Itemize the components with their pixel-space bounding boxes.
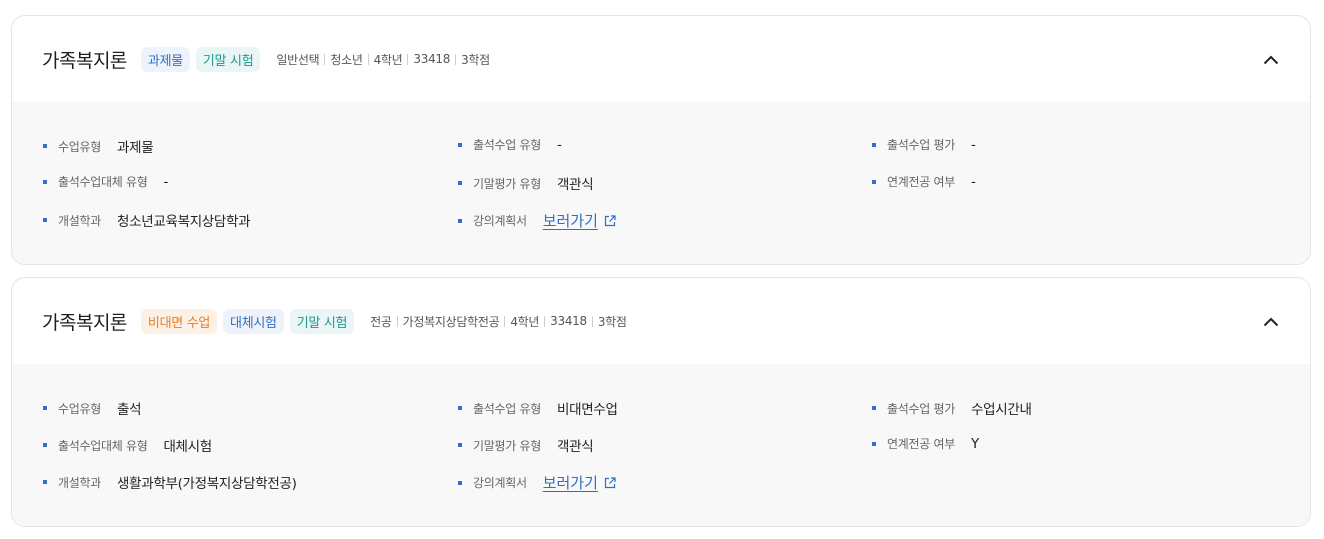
badge-final-exam: 기말 시험 [195,46,261,72]
detail-attend-type: 출석수업 유형 비대면수업 [458,398,618,418]
chevron-up-icon[interactable] [1260,311,1282,333]
meta-divider [591,315,593,327]
detail-class-type: 수업유형 출석 [43,398,142,418]
meta-divider [504,315,506,327]
meta-category: 일반선택 [276,52,320,67]
course-title: 가족복지론 [42,311,127,334]
meta-divider [367,53,369,65]
course-meta: 일반선택 청소년 4학년 33418 3학점 [276,51,490,68]
meta-course-code: 33418 [413,52,451,66]
bullet-icon [458,443,462,447]
course-card: 가족복지론 과제물 기말 시험 일반선택 청소년 4학년 33418 3학점 수… [11,15,1311,265]
meta-divider [544,315,546,327]
detail-attend-alt-type: 출석수업대체 유형 대체시험 [43,435,212,455]
course-details: 수업유형 출석 출석수업 유형 비대면수업 출석수업 평가 수업시간내 출석수업… [12,364,1310,526]
bullet-icon [43,179,47,184]
bullet-icon [872,441,876,446]
detail-attend-eval: 출석수업 평가 - [872,136,976,153]
course-meta: 전공 가정복지상담학전공 4학년 33418 3학점 [370,313,627,330]
chevron-up-icon[interactable] [1260,49,1282,71]
badge-assignment: 과제물 [140,46,190,72]
meta-department: 가정복지상담학전공 [402,314,500,329]
detail-attend-type: 출석수업 유형 - [458,136,562,153]
meta-credits: 3학점 [597,314,627,329]
meta-divider [455,53,457,65]
detail-syllabus: 강의계획서 보러가기 [458,210,616,231]
detail-class-type: 수업유형 과제물 [43,136,154,156]
course-card-header[interactable]: 가족복지론 비대면 수업 대체시험 기말 시험 전공 가정복지상담학전공 4학년… [12,278,1310,364]
bullet-icon [43,406,47,410]
detail-final-eval-type: 기말평가 유형 객관식 [458,435,594,455]
detail-department: 개설학과 생활과학부(가정복지상담학전공) [43,472,297,492]
detail-attend-alt-type: 출석수업대체 유형 - [43,173,168,190]
course-card-header[interactable]: 가족복지론 과제물 기말 시험 일반선택 청소년 4학년 33418 3학점 [12,16,1310,102]
meta-grade: 4학년 [510,314,540,329]
meta-credits: 3학점 [461,52,490,67]
detail-attend-eval: 출석수업 평가 수업시간내 [872,398,1032,418]
detail-syllabus: 강의계획서 보러가기 [458,472,616,493]
meta-divider [324,53,326,65]
course-title: 가족복지론 [42,49,127,72]
course-card: 가족복지론 비대면 수업 대체시험 기말 시험 전공 가정복지상담학전공 4학년… [11,277,1311,527]
bullet-icon [458,142,462,147]
bullet-icon [43,443,47,447]
bullet-icon [872,179,876,184]
bullet-icon [458,181,462,185]
bullet-icon [43,144,47,148]
bullet-icon [458,218,462,223]
detail-linked-major: 연계전공 여부 Y [872,435,979,452]
badge-alternative-exam: 대체시험 [223,308,284,334]
meta-department: 청소년 [330,52,363,67]
badge-online-class: 비대면 수업 [140,308,218,334]
meta-category: 전공 [370,314,392,329]
course-details: 수업유형 과제물 출석수업 유형 - 출석수업 평가 - 출석수업대체 유형 - [12,102,1310,264]
meta-divider [407,53,409,65]
meta-grade: 4학년 [373,52,403,67]
bullet-icon [872,406,876,410]
meta-course-code: 33418 [550,314,587,328]
bullet-icon [43,218,47,222]
bullet-icon [872,142,876,147]
syllabus-link[interactable]: 보러가기 [543,472,616,493]
syllabus-link[interactable]: 보러가기 [543,210,616,231]
bullet-icon [43,480,47,484]
detail-department: 개설학과 청소년교육복지상담학과 [43,210,251,230]
meta-divider [396,315,398,327]
bullet-icon [458,406,462,410]
detail-final-eval-type: 기말평가 유형 객관식 [458,173,594,193]
detail-linked-major: 연계전공 여부 - [872,173,976,190]
external-link-icon[interactable] [604,476,616,489]
badge-final-exam: 기말 시험 [289,308,355,334]
external-link-icon[interactable] [604,214,616,227]
bullet-icon [458,480,462,485]
